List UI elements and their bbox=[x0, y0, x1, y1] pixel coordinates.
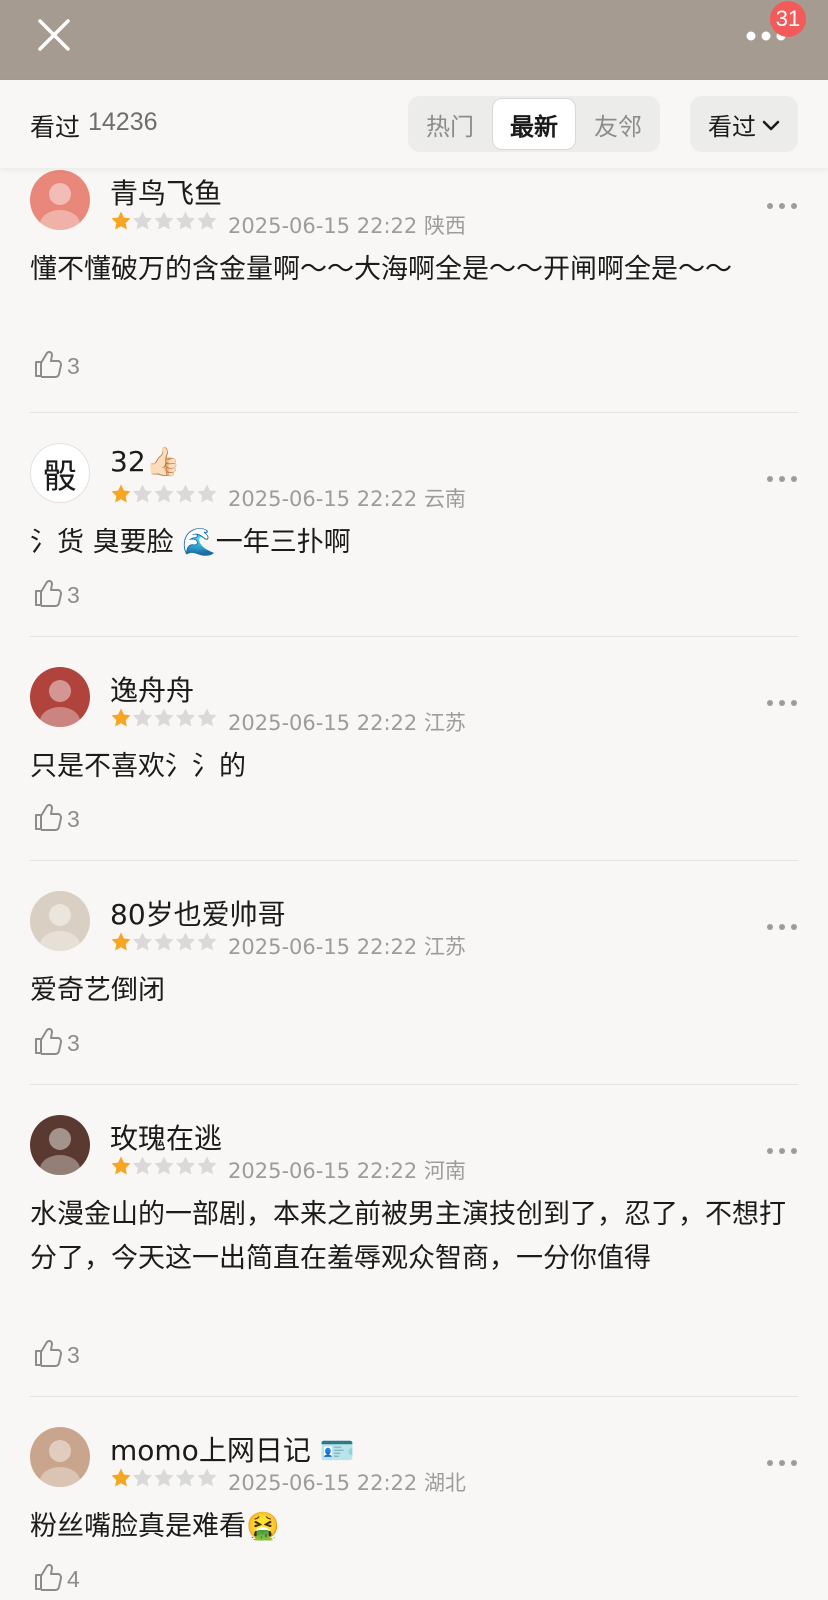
comment-location: 河南 bbox=[423, 1159, 466, 1183]
comment-more-icon[interactable] bbox=[766, 693, 798, 706]
seen-filter-dropdown[interactable]: 看过 bbox=[690, 96, 798, 152]
comment-more-icon[interactable] bbox=[766, 917, 798, 930]
like-button[interactable]: 3 bbox=[33, 1339, 80, 1371]
comment-meta: 2025-06-15 22:22 湖北 bbox=[228, 1467, 466, 1497]
thumbs-up-icon bbox=[33, 349, 63, 383]
comment-more-icon[interactable] bbox=[766, 196, 798, 209]
comment-meta: 2025-06-15 22:22 云南 bbox=[228, 483, 466, 513]
comment-item: 青鸟飞鱼 2025-06-15 22:22 陕西懂不懂破万的含金量啊～～大海啊全是… bbox=[0, 168, 828, 413]
comment-item: momo上网日记 🪪 2025-06-15 22:22 湖北粉丝嘴脸真是难看🤮 4 bbox=[0, 1397, 828, 1600]
girl-cartoon-avatar[interactable] bbox=[30, 170, 90, 230]
comment-datetime: 2025-06-15 22:22 bbox=[228, 487, 418, 511]
rating-stars bbox=[110, 483, 220, 505]
like-count: 3 bbox=[67, 1341, 80, 1368]
seen-count: 14236 bbox=[88, 108, 158, 136]
elder-photo-avatar[interactable] bbox=[30, 1115, 90, 1175]
like-button[interactable]: 3 bbox=[33, 803, 80, 835]
comment-location: 湖北 bbox=[423, 1471, 466, 1495]
girl-photo-avatar[interactable] bbox=[30, 667, 90, 727]
tab-hot[interactable]: 热门 bbox=[408, 96, 492, 152]
seen-label: 看过 bbox=[30, 113, 81, 142]
comment-list: 青鸟飞鱼 2025-06-15 22:22 陕西 懂不懂破万的含金量啊～～大海啊全是… bbox=[0, 168, 828, 1600]
like-count: 3 bbox=[67, 581, 80, 608]
woman-photo-avatar[interactable] bbox=[30, 1427, 90, 1487]
calligraphy-avatar[interactable]: 骰 bbox=[30, 443, 90, 503]
comment-text: 粉丝嘴脸真是难看🤮 bbox=[30, 1511, 280, 1542]
cat-avatar[interactable] bbox=[30, 891, 90, 951]
comment-location: 江苏 bbox=[423, 935, 466, 959]
like-button[interactable]: 3 bbox=[33, 579, 80, 611]
thumbs-up-icon bbox=[33, 802, 63, 836]
like-count: 3 bbox=[67, 1029, 80, 1056]
comment-text: 懂不懂破万的含金量啊～～大海啊全是～～开闸啊全是～～ bbox=[30, 254, 732, 285]
comment-location: 江苏 bbox=[423, 711, 466, 735]
comment-meta: 2025-06-15 22:22 江苏 bbox=[228, 707, 466, 737]
tab-latest[interactable]: 最新 bbox=[492, 98, 576, 150]
rating-stars bbox=[110, 931, 220, 953]
comment-datetime: 2025-06-15 22:22 bbox=[228, 214, 418, 238]
thumbs-up-icon bbox=[33, 1338, 63, 1372]
sort-segmented-control: 热门 最新 友邻 bbox=[408, 96, 660, 152]
comment-datetime: 2025-06-15 22:22 bbox=[228, 711, 418, 735]
comment-item: 玫瑰在逃 2025-06-15 22:22 河南水漫金山的一部剧，本来之前被男主演… bbox=[0, 1085, 828, 1397]
comment-username[interactable]: 32👍🏻 bbox=[110, 445, 181, 478]
comment-more-icon[interactable] bbox=[766, 1453, 798, 1466]
top-bar: 31 bbox=[0, 0, 828, 80]
seen-filter-label: 看过 bbox=[708, 112, 756, 141]
comment-username[interactable]: 80岁也爱帅哥 bbox=[110, 893, 286, 933]
thumbs-up-icon bbox=[33, 1026, 63, 1060]
comment-username[interactable]: 玫瑰在逃 bbox=[110, 1117, 222, 1157]
like-button[interactable]: 4 bbox=[33, 1563, 80, 1595]
comment-text: 氵货 臭要脸 🌊一年三扑啊 bbox=[30, 527, 351, 558]
comment-username[interactable]: 青鸟飞鱼 bbox=[110, 172, 222, 212]
rating-stars bbox=[110, 707, 220, 729]
like-count: 4 bbox=[67, 1565, 80, 1592]
comment-text: 爱奇艺倒闭 bbox=[30, 975, 165, 1006]
tab-friends[interactable]: 友邻 bbox=[576, 96, 660, 152]
close-icon[interactable] bbox=[36, 17, 72, 53]
thumbs-up-icon bbox=[33, 578, 63, 612]
comment-location: 云南 bbox=[423, 487, 466, 511]
comment-location: 陕西 bbox=[423, 214, 466, 238]
like-button[interactable]: 3 bbox=[33, 1027, 80, 1059]
comment-item: 骰 32👍🏻 2025-06-15 22:22 云南氵货 臭要脸 🌊一年三扑啊 3 bbox=[0, 413, 828, 637]
like-button[interactable]: 3 bbox=[33, 350, 80, 382]
comment-datetime: 2025-06-15 22:22 bbox=[228, 935, 418, 959]
comment-username[interactable]: 逸舟舟 bbox=[110, 669, 194, 709]
comment-item: 80岁也爱帅哥 2025-06-15 22:22 江苏爱奇艺倒闭 3 bbox=[0, 861, 828, 1085]
comment-item: 逸舟舟 2025-06-15 22:22 江苏只是不喜欢氵氵的 3 bbox=[0, 637, 828, 861]
comment-more-icon[interactable] bbox=[766, 469, 798, 482]
notification-badge: 31 bbox=[770, 1, 806, 37]
comment-more-icon[interactable] bbox=[766, 1141, 798, 1154]
comment-text: 水漫金山的一部剧，本来之前被男主演技创到了，忍了，不想打分了，今天这一出简直在羞… bbox=[30, 1199, 786, 1274]
comment-datetime: 2025-06-15 22:22 bbox=[228, 1159, 418, 1183]
like-count: 3 bbox=[67, 352, 80, 379]
rating-stars bbox=[110, 210, 220, 232]
comment-datetime: 2025-06-15 22:22 bbox=[228, 1471, 418, 1495]
comment-meta: 2025-06-15 22:22 江苏 bbox=[228, 931, 466, 961]
rating-stars bbox=[110, 1467, 220, 1489]
comment-meta: 2025-06-15 22:22 河南 bbox=[228, 1155, 466, 1185]
like-count: 3 bbox=[67, 805, 80, 832]
rating-stars bbox=[110, 1155, 220, 1177]
comment-text: 只是不喜欢氵氵的 bbox=[30, 751, 246, 782]
filter-bar: 看过 14236 热门 最新 友邻 看过 bbox=[0, 80, 828, 168]
thumbs-up-icon bbox=[33, 1562, 63, 1596]
comment-meta: 2025-06-15 22:22 陕西 bbox=[228, 210, 466, 240]
chevron-down-icon bbox=[762, 110, 780, 138]
comment-username[interactable]: momo上网日记 🪪 bbox=[110, 1429, 355, 1469]
